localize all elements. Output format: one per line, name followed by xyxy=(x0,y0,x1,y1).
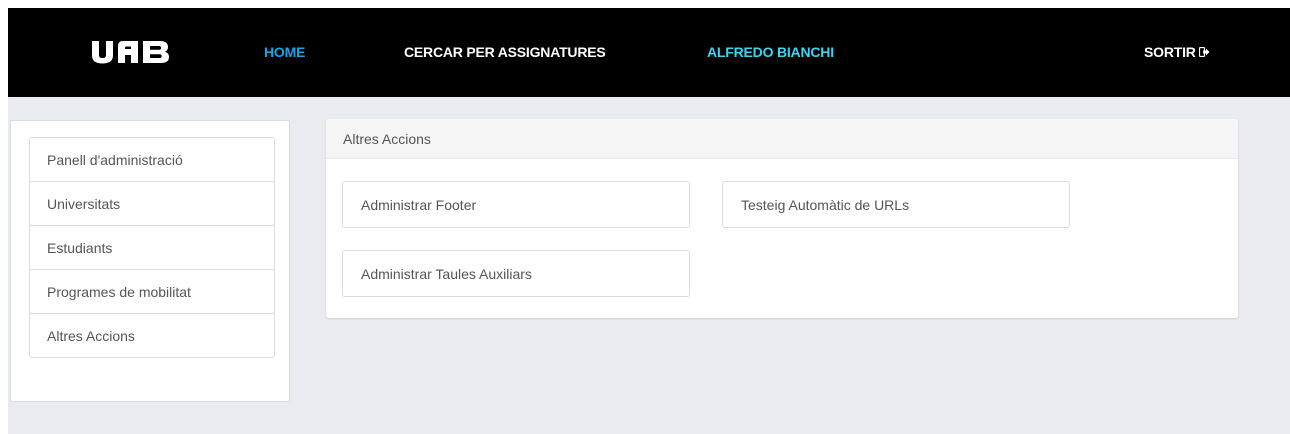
logout-button[interactable]: SORTIR xyxy=(1144,44,1210,60)
uab-logo[interactable] xyxy=(91,40,173,64)
sidebar-item-other-actions[interactable]: Altres Accions xyxy=(29,313,275,358)
app-root: HOME CERCAR PER ASSIGNATURES ALFREDO BIA… xyxy=(8,8,1290,434)
nav-home-link[interactable]: HOME xyxy=(264,44,305,60)
sidebar-menu: Panell d'administració Universitats Estu… xyxy=(29,137,275,358)
other-actions-panel: Altres Accions Administrar Footer Testei… xyxy=(326,119,1238,318)
logout-icon xyxy=(1198,44,1210,60)
sidebar: Panell d'administració Universitats Estu… xyxy=(10,120,290,402)
sidebar-item-universities[interactable]: Universitats xyxy=(29,181,275,226)
sidebar-item-label: Panell d'administració xyxy=(47,151,183,168)
sidebar-item-label: Universitats xyxy=(47,195,121,212)
nav-search-subjects-link[interactable]: CERCAR PER ASSIGNATURES xyxy=(404,44,606,60)
top-navbar: HOME CERCAR PER ASSIGNATURES ALFREDO BIA… xyxy=(8,8,1290,97)
manage-aux-tables-label: Administrar Taules Auxiliars xyxy=(361,265,532,282)
panel-title: Altres Accions xyxy=(326,119,1238,159)
logout-label: SORTIR xyxy=(1144,44,1196,60)
sidebar-item-label: Programes de mobilitat xyxy=(47,283,191,300)
manage-footer-button[interactable]: Administrar Footer xyxy=(342,181,690,228)
sidebar-item-label: Altres Accions xyxy=(47,327,135,344)
sidebar-item-admin-panel[interactable]: Panell d'administració xyxy=(29,137,275,182)
sidebar-item-mobility-programs[interactable]: Programes de mobilitat xyxy=(29,269,275,314)
sidebar-item-students[interactable]: Estudiants xyxy=(29,225,275,270)
panel-title-text: Altres Accions xyxy=(343,130,431,147)
nav-user-link[interactable]: ALFREDO BIANCHI xyxy=(707,44,834,60)
sidebar-item-label: Estudiants xyxy=(47,239,113,256)
uab-logo-mark xyxy=(92,41,169,64)
url-testing-label: Testeig Automàtic de URLs xyxy=(741,196,910,213)
url-testing-button[interactable]: Testeig Automàtic de URLs xyxy=(722,181,1070,228)
manage-aux-tables-button[interactable]: Administrar Taules Auxiliars xyxy=(342,250,690,297)
manage-footer-label: Administrar Footer xyxy=(361,196,477,213)
